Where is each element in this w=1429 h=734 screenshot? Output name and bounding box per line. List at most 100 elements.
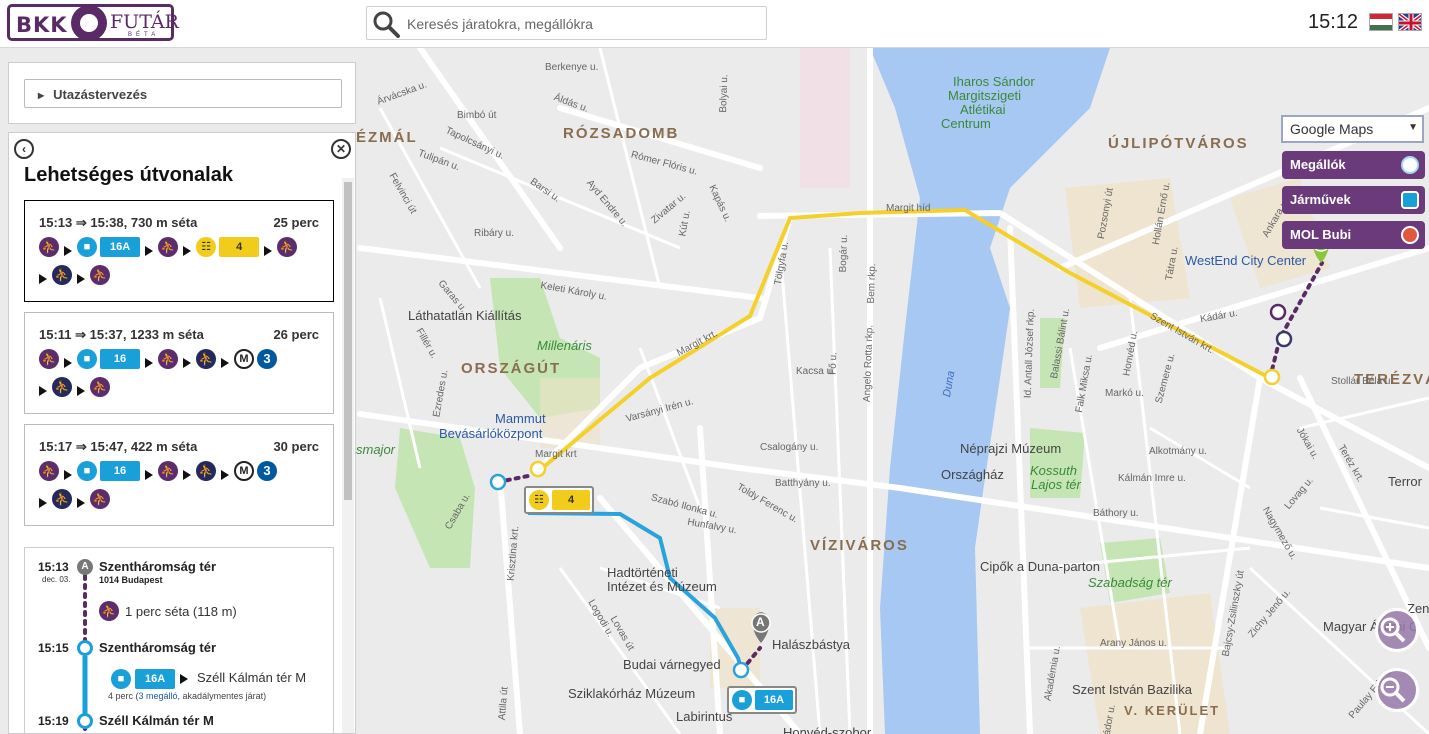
route-option-3[interactable]: 15:17 ⇒ 15:47, 422 m séta 30 perc ⛹ ■ 16 ⛹ ⛹… <box>24 424 334 526</box>
walk-icon: ⛹ <box>277 237 298 257</box>
back-button[interactable]: ‹ <box>14 139 34 159</box>
walk-summary: 1 perc séta (118 m) <box>125 604 237 619</box>
street-label: Bem rkp. <box>865 263 879 304</box>
walk-icon: ⛹ <box>158 461 178 481</box>
bkk-futar-logo[interactable]: BKK FUTÁR BÉTA <box>7 4 179 41</box>
street-label: Csalogány u. <box>760 442 819 453</box>
metro-line: 3 <box>257 461 277 481</box>
logo-beta-text: BÉTA <box>128 32 160 38</box>
english-flag-icon[interactable] <box>1398 13 1422 31</box>
zoom-out-icon <box>1380 677 1406 703</box>
search-icon[interactable] <box>371 10 401 43</box>
bus-line: 16 <box>100 349 140 369</box>
route-legs: ⛹ ■ 16 ⛹ ⛹ M 3 ⛹ ⛹ <box>39 349 329 405</box>
tram-route-badge[interactable]: ☷ 4 <box>524 486 594 514</box>
bus-icon: ■ <box>77 349 97 369</box>
walk-icon: ⛹ <box>158 237 179 257</box>
street-label: Markó u. <box>1105 388 1144 399</box>
map-type-value: Google Maps <box>1290 121 1374 137</box>
stop-name[interactable]: Szentháromság tér <box>99 640 216 655</box>
route-legs: ⛹ ■ 16 ⛹ ⛹ M 3 ⛹ ⛹ <box>39 461 329 517</box>
poi-label: Intézet és Múzeum <box>607 579 717 594</box>
trip-note: 4 perc (3 megálló, akadálymentes járat) <box>108 691 266 701</box>
route-duration: 25 perc <box>273 215 319 230</box>
stop-time: 15:15 <box>38 641 69 655</box>
street-label: Fő u. <box>827 351 840 376</box>
leg-arrow-icon <box>145 358 153 368</box>
leg-arrow-icon <box>183 358 191 368</box>
walk-icon: ⛹ <box>99 601 119 621</box>
street-label: Batthyány u. <box>775 478 831 489</box>
layer-toggle-vehicles[interactable]: Járművek <box>1282 186 1425 214</box>
street-label: Bolyai u. <box>718 74 731 113</box>
leg-arrow-icon <box>77 386 85 396</box>
results-scrollbar[interactable] <box>342 178 354 733</box>
leg-arrow-icon <box>39 274 47 284</box>
poi-label: Halászbástya <box>772 637 851 652</box>
poi-label: Hadtörténeti <box>607 565 678 580</box>
hungarian-flag-icon[interactable] <box>1369 13 1393 31</box>
accessible-walk-icon: ⛹ <box>52 377 72 397</box>
stop-name[interactable]: Szentháromság tér <box>99 559 216 574</box>
poi-label: WestEnd City Center <box>1185 253 1307 268</box>
bus-number: 16A <box>755 690 793 710</box>
walk-icon: ⛹ <box>90 265 110 285</box>
note-suffix: , akadálymentes járat) <box>177 691 267 701</box>
walk-icon: ⛹ <box>90 377 110 397</box>
results-title: Lehetséges útvonalak <box>24 164 233 186</box>
origin-marker-icon: A <box>77 559 93 575</box>
metro-icon: M <box>234 461 254 481</box>
accessible-walk-icon: ⛹ <box>196 349 216 369</box>
route-option-1[interactable]: 15:13 ⇒ 15:38, 730 m séta 25 perc ⛹ ■ 16A ⛹… <box>24 200 334 302</box>
trip-planner-toggle[interactable]: ▶ Utazástervezés <box>24 79 342 108</box>
walk-icon: ⛹ <box>39 349 59 369</box>
route-legs: ⛹ ■ 16A ⛹ ☷ 4 ⛹ ⛹ ⛹ <box>39 237 329 293</box>
accessible-walk-icon: ⛹ <box>52 265 72 285</box>
bus-line[interactable]: 16A <box>135 669 176 689</box>
bus-icon: ■ <box>111 669 131 689</box>
marker-a[interactable]: A <box>756 615 765 629</box>
park-label: Kossuth <box>1030 463 1077 478</box>
poi-label: Szent István Bazilika <box>1072 682 1192 697</box>
street-label: Báthory u. <box>1093 508 1139 519</box>
close-button[interactable]: ✕ <box>331 139 351 159</box>
stop-node-icon <box>77 713 93 729</box>
street-label: Margit krt <box>535 449 577 460</box>
zoom-in-button[interactable] <box>1375 608 1419 652</box>
search-input[interactable] <box>407 13 757 35</box>
poi-label: Bevásárlóközpont <box>439 426 543 441</box>
bike-icon <box>1401 226 1419 244</box>
stops-link[interactable]: 3 megálló <box>139 691 178 701</box>
zoom-out-button[interactable] <box>1375 668 1419 712</box>
park-label: smajor <box>356 442 396 457</box>
vehicle-icon <box>1401 191 1419 209</box>
walk-icon: ⛹ <box>39 237 59 257</box>
route-option-2[interactable]: 15:11 ⇒ 15:37, 1233 m séta 26 perc ⛹ ■ 16 ⛹… <box>24 312 334 414</box>
stop-name[interactable]: Széll Kálmán tér M <box>99 713 214 728</box>
leg-arrow-icon <box>39 498 47 508</box>
stop-icon <box>1401 156 1419 174</box>
bus-route-badge[interactable]: ■ 16A <box>727 686 797 714</box>
scrollbar-thumb[interactable] <box>344 182 352 500</box>
layer-label: Megállók <box>1290 157 1346 172</box>
district-label: VÍZIVÁROS <box>810 537 909 554</box>
logo-futar-text: FUTÁR <box>110 11 179 33</box>
accessible-walk-icon: ⛹ <box>52 489 72 509</box>
logo-ring-icon <box>71 5 107 41</box>
layer-toggle-bubi[interactable]: MOL Bubi <box>1282 221 1425 249</box>
street-label: Alkotmány u. <box>1149 446 1207 457</box>
poi-label: Néprajzi Múzeum <box>960 441 1062 456</box>
layer-toggle-stops[interactable]: Megállók <box>1282 151 1425 179</box>
bus-line: 16A <box>100 237 141 257</box>
accessible-walk-icon: ⛹ <box>196 461 216 481</box>
stop-date: dec. 03. <box>42 575 71 584</box>
poi-label: Honvéd-szobor <box>783 725 872 734</box>
poi-label: Iharos Sándor <box>953 74 1035 89</box>
expand-triangle-icon: ▶ <box>38 91 45 100</box>
map-type-select[interactable]: Google Maps ▼ <box>1281 115 1424 143</box>
close-icon: ✕ <box>335 142 347 156</box>
chevron-down-icon: ▼ <box>1408 122 1418 133</box>
stop-address: 1014 Budapest <box>99 575 163 585</box>
poi-label: Budai várnegyed <box>623 657 721 672</box>
search-box[interactable] <box>366 6 767 40</box>
